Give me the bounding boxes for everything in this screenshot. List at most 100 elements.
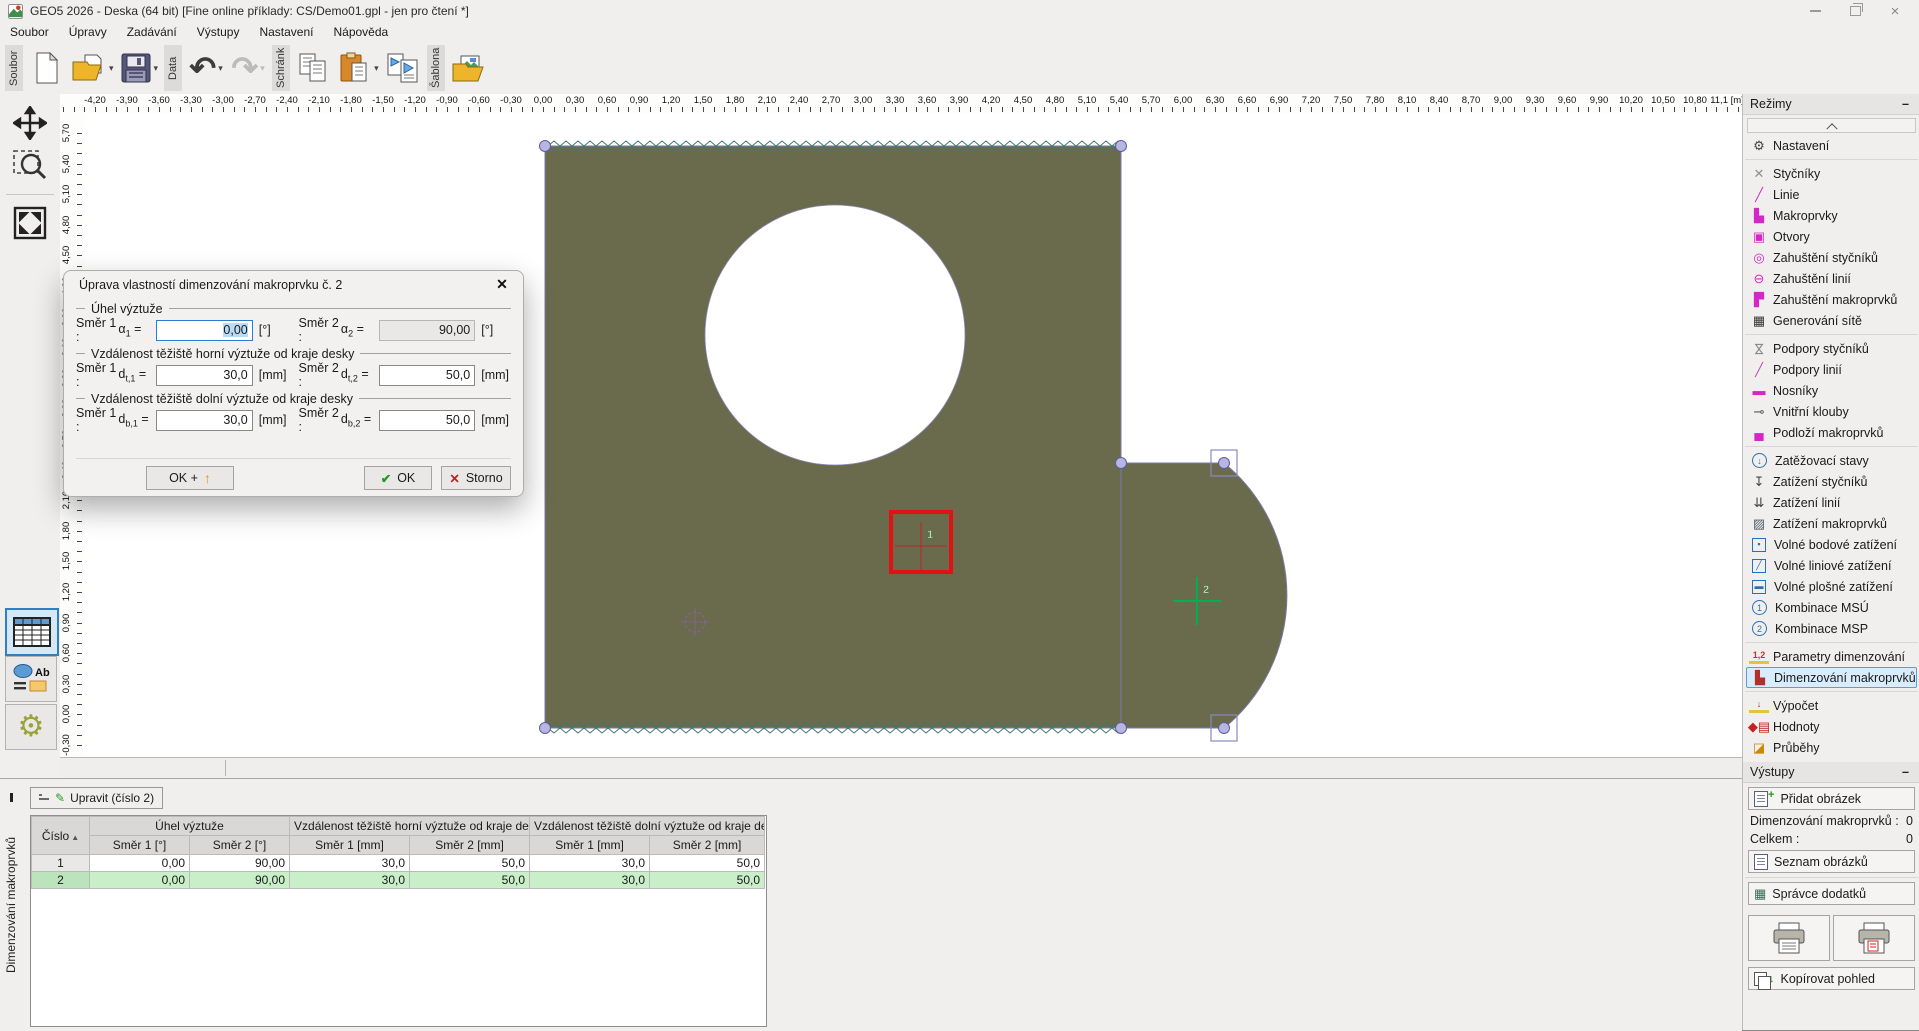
insert-picture-button[interactable] xyxy=(448,45,490,91)
table-row-1[interactable]: 1 0,00 90,00 30,0 50,0 30,0 50,0 xyxy=(31,854,766,872)
node-handle[interactable] xyxy=(1115,140,1127,152)
sidebar-item-kombinace-msp[interactable]: 2 Kombinace MSP xyxy=(1746,618,1917,639)
addon-manager-button[interactable]: ▦ Správce dodatků xyxy=(1748,882,1915,905)
menu-item-napoveda[interactable]: Nápověda xyxy=(323,23,398,41)
outputs-minimize-button[interactable]: – xyxy=(1898,765,1913,779)
node-handle[interactable] xyxy=(1218,722,1230,734)
new-file-button[interactable] xyxy=(26,45,68,91)
sidebar-item-dimenzovani-makroprvku[interactable]: ▙ Dimenzování makroprvků xyxy=(1746,667,1917,688)
cancel-button[interactable]: ✕ Storno xyxy=(441,466,511,490)
close-button[interactable]: × xyxy=(1875,0,1915,22)
copy-view-button[interactable]: ↓ Kopírovat pohled xyxy=(1748,967,1915,990)
sidebar-item-stycniky[interactable]: ✕ Styčníky xyxy=(1746,163,1917,184)
db1-input[interactable]: 30,0 xyxy=(156,409,253,431)
paste-dropdown-icon[interactable]: ▾ xyxy=(374,63,379,74)
db2-input[interactable]: 50,0 xyxy=(378,409,476,431)
table-cell[interactable]: 90,00 xyxy=(188,871,291,889)
table-cell[interactable]: 50,0 xyxy=(409,854,531,872)
sidebar-item-zatezovaci-stavy[interactable]: ↓ Zatěžovací stavy xyxy=(1746,450,1917,471)
print-preview-button[interactable] xyxy=(382,45,424,91)
paste-button[interactable]: ▾ xyxy=(335,45,382,91)
sidebar-item-otvory[interactable]: ▣ Otvory xyxy=(1746,226,1917,247)
table-cell[interactable]: 50,0 xyxy=(649,854,766,872)
sidebar-item-vnitrni-klouby[interactable]: ⊸ Vnitřní klouby xyxy=(1746,401,1917,422)
sub-header-0[interactable]: Směr 1 [°] xyxy=(89,835,190,855)
sidebar-item-volne-bodove-zatizeni[interactable]: ▪ Volné bodové zatížení xyxy=(1746,534,1917,555)
node-handle[interactable] xyxy=(539,722,551,734)
table-cell[interactable]: 50,0 xyxy=(649,871,766,889)
sidebar-item-zahusteni-makroprvku[interactable]: ▛ Zahuštění makroprvků xyxy=(1746,289,1917,310)
sidebar-item-makroprvky[interactable]: ▙ Makroprvky xyxy=(1746,205,1917,226)
table-cell[interactable]: 0,00 xyxy=(89,854,190,872)
sidebar-item-podlozi-makroprvku[interactable]: ▄ Podloží makroprvků xyxy=(1746,422,1917,443)
undo-dropdown-icon[interactable]: ▾ xyxy=(218,63,223,74)
sidebar-item-generovani-site[interactable]: ▦ Generování sítě xyxy=(1746,310,1917,331)
menu-item-vystupy[interactable]: Výstupy xyxy=(187,23,250,41)
table-cell[interactable]: 30,0 xyxy=(289,854,411,872)
open-file-button[interactable]: ▾ xyxy=(68,45,117,91)
save-button[interactable]: ▾ xyxy=(117,45,162,91)
table-cell[interactable]: 30,0 xyxy=(529,871,651,889)
sidebar-item-linie[interactable]: ╱ Linie xyxy=(1746,184,1917,205)
picture-list-button[interactable]: Seznam obrázků xyxy=(1748,850,1915,873)
sidebar-collapse-button[interactable] xyxy=(1747,118,1916,134)
sidebar-item-podpory-stycniku[interactable]: ⋈ Podpory styčníků xyxy=(1746,338,1917,359)
sidebar-item-zatizeni-linii[interactable]: ⇊ Zatížení linií xyxy=(1746,492,1917,513)
dialog-close-button[interactable]: ✕ xyxy=(492,276,512,295)
sidebar-item-zatizeni-makroprvku[interactable]: ▨ Zatížení makroprvků xyxy=(1746,513,1917,534)
table-cell[interactable]: 0,00 xyxy=(89,871,190,889)
menu-item-upravy[interactable]: Úpravy xyxy=(59,23,117,41)
save-dropdown-icon[interactable]: ▾ xyxy=(154,63,159,74)
menu-item-zadavani[interactable]: Zadávání xyxy=(117,23,187,41)
print-button[interactable] xyxy=(1748,915,1830,961)
alpha1-input[interactable]: 0,00 xyxy=(156,319,253,341)
column-header-cislo[interactable]: Číslo ▲ xyxy=(31,816,90,855)
settings-view-button[interactable]: ⚙ xyxy=(5,704,57,750)
sidebar-item-volne-plosne-zatizeni[interactable]: ▬ Volné plošné zatížení xyxy=(1746,576,1917,597)
table-cell[interactable]: 30,0 xyxy=(529,854,651,872)
sub-header-5[interactable]: Směr 2 [mm] xyxy=(649,835,766,855)
sidebar-item-vypocet[interactable]: ↓ Výpočet xyxy=(1746,695,1917,716)
copy-button[interactable] xyxy=(293,45,335,91)
ok-plus-button[interactable]: OK + ↑ xyxy=(146,466,234,490)
sub-header-2[interactable]: Směr 1 [mm] xyxy=(289,835,411,855)
sidebar-item-hodnoty[interactable]: ◆▤ Hodnoty xyxy=(1746,716,1917,737)
sidebar-item-nastaveni[interactable]: ⚙ Nastavení xyxy=(1746,135,1917,156)
table-cell[interactable]: 50,0 xyxy=(409,871,531,889)
zoom-region-button[interactable] xyxy=(11,146,49,184)
table-view-button[interactable] xyxy=(5,608,59,656)
sidebar-item-zahusteni-stycniku[interactable]: ◎ Zahuštění styčníků xyxy=(1746,247,1917,268)
sub-header-1[interactable]: Směr 2 [°] xyxy=(188,835,291,855)
sidebar-item-zahusteni-linii[interactable]: ⊖ Zahuštění linií xyxy=(1746,268,1917,289)
modes-minimize-button[interactable]: – xyxy=(1898,97,1913,111)
menu-item-nastaveni[interactable]: Nastavení xyxy=(249,23,323,41)
pan-view-button[interactable] xyxy=(11,104,49,142)
sidebar-item-nosniky[interactable]: ▬ Nosníky xyxy=(1746,380,1917,401)
restore-button[interactable] xyxy=(1835,0,1875,22)
redo-dropdown-icon[interactable]: ▾ xyxy=(260,63,265,74)
row-number-cell[interactable]: 2 xyxy=(31,871,90,889)
undo-button[interactable]: ↶ ▾ xyxy=(185,45,227,91)
sidebar-item-volne-liniove-zatizeni[interactable]: ╱ Volné liniové zatížení xyxy=(1746,555,1917,576)
table-row-2[interactable]: 2 0,00 90,00 30,0 50,0 30,0 50,0 xyxy=(31,871,766,889)
print-selection-button[interactable] xyxy=(1833,915,1915,961)
annotation-view-button[interactable]: Ab xyxy=(5,656,57,702)
edit-row-button[interactable]: ✎ Upravit (číslo 2) xyxy=(30,787,164,809)
node-handle[interactable] xyxy=(1115,457,1127,469)
sidebar-item-prubehy[interactable]: ◪ Průběhy xyxy=(1746,737,1917,758)
sidebar-item-kombinace-msu[interactable]: 1 Kombinace MSÚ xyxy=(1746,597,1917,618)
minimize-button[interactable] xyxy=(1795,0,1835,22)
sub-header-4[interactable]: Směr 1 [mm] xyxy=(529,835,651,855)
table-cell[interactable]: 30,0 xyxy=(289,871,411,889)
sidebar-item-podpory-linii[interactable]: ╱ Podpory linií xyxy=(1746,359,1917,380)
node-handle[interactable] xyxy=(1115,722,1127,734)
node-handle[interactable] xyxy=(539,140,551,152)
fit-view-button[interactable] xyxy=(11,204,49,242)
slab-opening[interactable] xyxy=(704,204,966,466)
node-handle[interactable] xyxy=(1218,457,1230,469)
group-header-0[interactable]: Úhel výztuže xyxy=(88,816,291,836)
menu-item-soubor[interactable]: Soubor xyxy=(0,23,59,41)
sidebar-item-zatizeni-stycniku[interactable]: ↧ Zatížení styčníků xyxy=(1746,471,1917,492)
sidebar-item-parametry-dimenzovani[interactable]: 1,2 Parametry dimenzování xyxy=(1746,646,1917,667)
group-header-2[interactable]: Vzdálenost těžiště dolní výztuže od kraj… xyxy=(529,816,766,836)
